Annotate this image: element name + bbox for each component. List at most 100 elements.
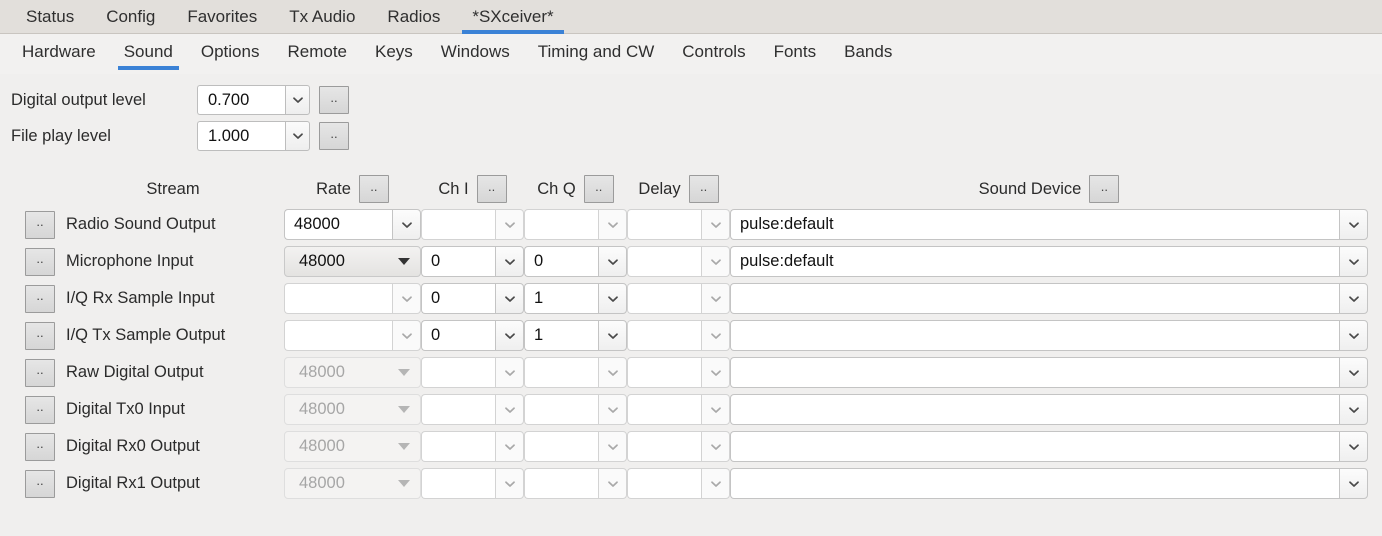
combo-sound-device[interactable] (730, 357, 1368, 388)
combo-sound-device[interactable] (730, 468, 1368, 499)
dropdown-rate[interactable]: 48000 (284, 246, 421, 277)
combo-ch-i[interactable] (421, 468, 524, 499)
chevron-down-icon[interactable] (598, 246, 627, 277)
combo-sound-device[interactable] (730, 283, 1368, 314)
combo-ch-q[interactable] (524, 394, 627, 425)
combo-ch-i[interactable]: 0 (421, 246, 524, 277)
chevron-down-icon[interactable] (1339, 431, 1368, 462)
header-rate-options-button[interactable]: .. (358, 175, 389, 203)
secondary-tab-controls[interactable]: Controls (668, 34, 759, 70)
chevron-down-icon[interactable] (701, 357, 730, 388)
chevron-down-icon[interactable] (701, 394, 730, 425)
input-sound-device[interactable] (730, 431, 1339, 462)
input-delay[interactable] (627, 246, 701, 277)
row-options-button[interactable]: .. (25, 469, 55, 498)
combo-ch-q[interactable] (524, 209, 627, 240)
chevron-down-icon[interactable] (285, 85, 310, 115)
input-ch-i[interactable] (421, 209, 495, 240)
chevron-down-icon[interactable] (598, 357, 627, 388)
chevron-down-icon[interactable] (495, 357, 524, 388)
row-options-button[interactable]: .. (25, 284, 55, 313)
combo-ch-i[interactable] (421, 431, 524, 462)
row-options-button[interactable]: .. (25, 210, 55, 239)
chevron-down-icon[interactable] (392, 209, 421, 240)
input-sound-device[interactable] (730, 394, 1339, 425)
combo-delay[interactable] (627, 320, 730, 351)
chevron-down-icon[interactable] (1339, 283, 1368, 314)
combo-rate[interactable] (284, 320, 421, 351)
input-ch-i[interactable] (421, 357, 495, 388)
combo-ch-q[interactable]: 1 (524, 320, 627, 351)
chevron-down-icon[interactable] (598, 394, 627, 425)
combo-digital-output-level[interactable]: 0.700 (197, 85, 310, 115)
header-ch-i-options-button[interactable]: .. (476, 175, 507, 203)
combo-sound-device[interactable] (730, 431, 1368, 462)
input-sound-device[interactable] (730, 283, 1339, 314)
chevron-down-icon[interactable] (1339, 468, 1368, 499)
header-sound-device-options-button[interactable]: .. (1089, 175, 1120, 203)
secondary-tab-keys[interactable]: Keys (361, 34, 427, 70)
chevron-down-icon[interactable] (598, 283, 627, 314)
chevron-down-icon[interactable] (285, 121, 310, 151)
combo-rate[interactable] (284, 283, 421, 314)
input-ch-q[interactable] (524, 468, 598, 499)
chevron-down-icon[interactable] (495, 246, 524, 277)
chevron-down-icon[interactable] (598, 468, 627, 499)
combo-ch-i[interactable] (421, 394, 524, 425)
input-ch-i[interactable]: 0 (421, 246, 495, 277)
input-ch-i[interactable]: 0 (421, 320, 495, 351)
row-options-button[interactable]: .. (25, 321, 55, 350)
chevron-down-icon[interactable] (598, 320, 627, 351)
combo-ch-q[interactable]: 0 (524, 246, 627, 277)
primary-tab-radios[interactable]: Radios (371, 0, 456, 34)
combo-delay[interactable] (627, 357, 730, 388)
chevron-down-icon[interactable] (495, 283, 524, 314)
chevron-down-icon[interactable] (701, 431, 730, 462)
input-ch-q[interactable] (524, 394, 598, 425)
input-sound-device[interactable]: pulse:default (730, 246, 1339, 277)
combo-sound-device[interactable]: pulse:default (730, 246, 1368, 277)
combo-sound-device[interactable] (730, 320, 1368, 351)
chevron-down-icon[interactable] (495, 394, 524, 425)
combo-delay[interactable] (627, 431, 730, 462)
chevron-down-icon[interactable] (495, 320, 524, 351)
row-options-button[interactable]: .. (25, 358, 55, 387)
input-rate[interactable] (284, 320, 392, 351)
input-sound-device[interactable]: pulse:default (730, 209, 1339, 240)
chevron-down-icon[interactable] (495, 431, 524, 462)
input-ch-i[interactable]: 0 (421, 283, 495, 314)
chevron-down-icon[interactable] (392, 283, 421, 314)
combo-delay[interactable] (627, 468, 730, 499)
secondary-tab-sound[interactable]: Sound (110, 34, 187, 70)
combo-ch-q[interactable] (524, 357, 627, 388)
row-options-button[interactable]: .. (25, 432, 55, 461)
input-file-play-level[interactable]: 1.000 (197, 121, 285, 151)
row-options-button[interactable]: .. (25, 247, 55, 276)
chevron-down-icon[interactable] (495, 468, 524, 499)
chevron-down-icon[interactable] (701, 468, 730, 499)
chevron-down-icon[interactable] (392, 320, 421, 351)
input-delay[interactable] (627, 431, 701, 462)
chevron-down-icon[interactable] (701, 283, 730, 314)
secondary-tab-hardware[interactable]: Hardware (8, 34, 110, 70)
chevron-down-icon[interactable] (598, 431, 627, 462)
combo-ch-i[interactable]: 0 (421, 320, 524, 351)
combo-ch-i[interactable] (421, 357, 524, 388)
chevron-down-icon[interactable] (701, 320, 730, 351)
input-ch-q[interactable] (524, 357, 598, 388)
combo-sound-device[interactable] (730, 394, 1368, 425)
input-sound-device[interactable] (730, 320, 1339, 351)
chevron-down-icon[interactable] (1339, 394, 1368, 425)
input-ch-i[interactable] (421, 394, 495, 425)
primary-tab-favorites[interactable]: Favorites (171, 0, 273, 34)
chevron-down-icon[interactable] (1339, 320, 1368, 351)
input-digital-output-level[interactable]: 0.700 (197, 85, 285, 115)
input-ch-q[interactable]: 1 (524, 283, 598, 314)
input-delay[interactable] (627, 468, 701, 499)
secondary-tab-timingandcw[interactable]: Timing and CW (524, 34, 669, 70)
input-rate[interactable] (284, 283, 392, 314)
combo-sound-device[interactable]: pulse:default (730, 209, 1368, 240)
chevron-down-icon[interactable] (701, 209, 730, 240)
input-delay[interactable] (627, 283, 701, 314)
input-ch-q[interactable] (524, 209, 598, 240)
